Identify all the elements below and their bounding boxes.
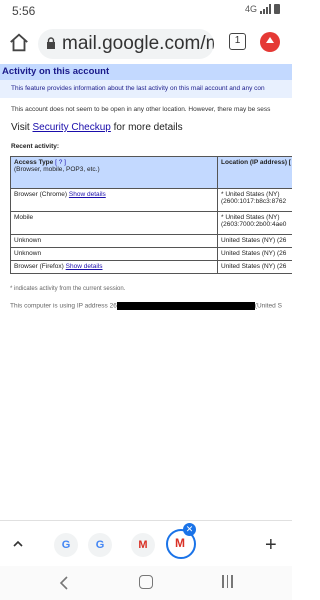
activity-table: Access Type [ ? ] (Browser, mobile, POP3… bbox=[10, 156, 292, 274]
table-row: Browser (Chrome) Show details * United S… bbox=[10, 188, 292, 212]
tab-strip: G G M M + bbox=[0, 520, 292, 566]
table-row: Mobile * United States (NY) (2603:7000:2b… bbox=[10, 211, 292, 235]
access-type-header: Access Type [ ? ] (Browser, mobile, POP3… bbox=[10, 156, 218, 189]
tab-thumbnail-gmail[interactable]: M bbox=[131, 533, 155, 557]
recent-activity-label: Recent activity: bbox=[11, 143, 60, 150]
status-time: 5:56 bbox=[12, 4, 36, 18]
show-details-link[interactable]: Show details bbox=[66, 263, 103, 270]
session-footnote: * indicates activity from the current se… bbox=[10, 286, 126, 292]
ip-address-line: This computer is using IP address 26 (Uni… bbox=[10, 302, 282, 310]
url-text: mail.google.com/m bbox=[62, 33, 214, 54]
network-type: 4G bbox=[244, 4, 257, 14]
signal-icon bbox=[260, 4, 271, 14]
profile-icon[interactable] bbox=[260, 32, 280, 52]
page-content: Activity on this account This feature pr… bbox=[0, 64, 292, 520]
tab-thumbnail-google[interactable]: G bbox=[54, 533, 78, 557]
status-bar: 5:56 4G bbox=[0, 0, 292, 24]
status-icons: 4G bbox=[245, 4, 280, 14]
chevron-up-icon[interactable] bbox=[13, 539, 23, 549]
table-row: Unknown United States (NY) (26 bbox=[10, 234, 292, 248]
table-row: Browser (Firefox) Show details United St… bbox=[10, 260, 292, 274]
security-checkup-link[interactable]: Security Checkup bbox=[33, 122, 111, 133]
page-title: Activity on this account bbox=[0, 64, 292, 80]
home-icon[interactable] bbox=[8, 32, 30, 54]
location-header: Location (IP address) [ bbox=[217, 156, 292, 189]
visit-line: Visit Security Checkup for more details bbox=[11, 122, 183, 133]
new-tab-button[interactable]: + bbox=[265, 534, 277, 557]
page-description: This feature provides information about … bbox=[0, 80, 292, 98]
browser-toolbar: mail.google.com/m 1 bbox=[0, 24, 292, 64]
recents-icon[interactable] bbox=[222, 575, 233, 588]
redacted-block bbox=[116, 302, 255, 310]
tab-thumbnail-google[interactable]: G bbox=[88, 533, 112, 557]
show-details-link[interactable]: Show details bbox=[69, 191, 106, 198]
close-tab-icon[interactable]: ✕ bbox=[183, 523, 196, 536]
back-icon[interactable] bbox=[58, 576, 70, 590]
gmail-icon: M bbox=[175, 536, 185, 550]
access-type-help-link[interactable]: [ ? ] bbox=[55, 159, 66, 166]
no-other-location-text: This account does not seem to be open in… bbox=[11, 106, 271, 113]
home-nav-icon[interactable] bbox=[139, 575, 153, 589]
tab-switcher-button[interactable]: 1 bbox=[229, 33, 246, 50]
table-header-row: Access Type [ ? ] (Browser, mobile, POP3… bbox=[10, 156, 292, 189]
battery-icon bbox=[274, 4, 280, 14]
lock-icon bbox=[47, 37, 55, 49]
system-nav-bar bbox=[0, 566, 292, 600]
table-row: Unknown United States (NY) (26 bbox=[10, 247, 292, 261]
address-bar[interactable]: mail.google.com/m bbox=[38, 29, 214, 59]
